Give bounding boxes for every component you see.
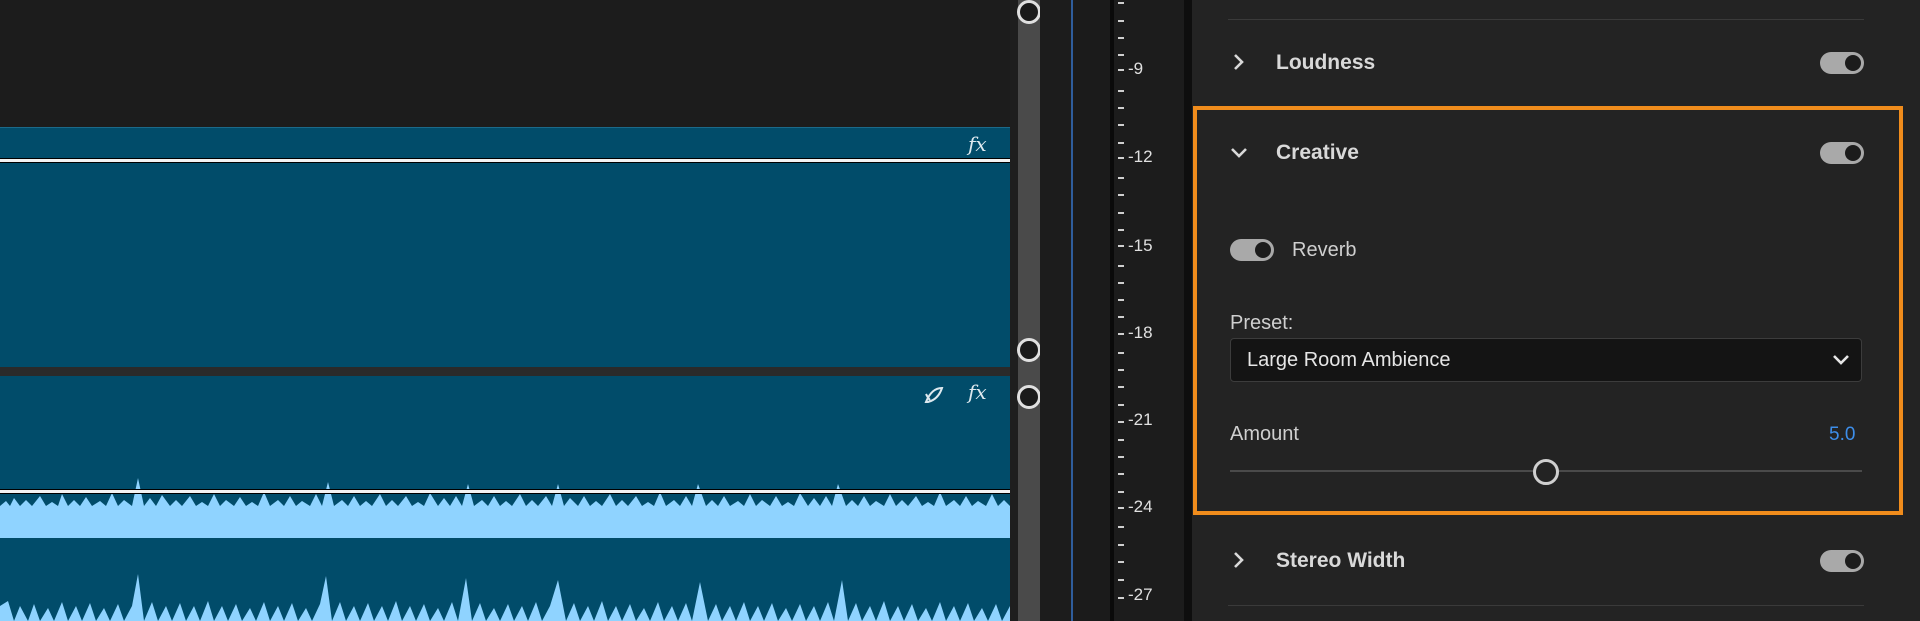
section-title: Stereo Width bbox=[1276, 549, 1406, 572]
fx-badge[interactable]: fx bbox=[968, 132, 987, 156]
scroll-handle-lower[interactable] bbox=[1017, 385, 1041, 409]
vertical-scrollbar[interactable] bbox=[1018, 0, 1040, 621]
section-stereo-width-header[interactable]: Stereo Width bbox=[1228, 542, 1868, 582]
scroll-handle-middle[interactable] bbox=[1017, 338, 1041, 362]
fx-badge[interactable]: fx bbox=[968, 380, 987, 404]
volume-keyframe-line[interactable] bbox=[0, 158, 1010, 163]
section-creative-header[interactable]: Creative bbox=[1228, 134, 1868, 174]
audio-waveform bbox=[0, 478, 1010, 621]
section-title: Creative bbox=[1276, 141, 1359, 164]
meter-tick-label: -12 bbox=[1128, 147, 1153, 166]
stereo-width-enable-toggle[interactable] bbox=[1820, 550, 1864, 572]
chevron-right-icon[interactable] bbox=[1232, 52, 1246, 72]
chevron-right-icon[interactable] bbox=[1232, 550, 1246, 570]
reverb-toggle[interactable] bbox=[1230, 239, 1274, 261]
meter-tick-label: -27 bbox=[1128, 585, 1153, 604]
meter-tick-label: -15 bbox=[1128, 236, 1153, 255]
meter-tick-label: -21 bbox=[1128, 410, 1153, 429]
meter-tick-label: -18 bbox=[1128, 323, 1153, 342]
meter-tick-label: -9 bbox=[1128, 59, 1144, 78]
section-title: Loudness bbox=[1276, 51, 1376, 74]
reverb-label: Reverb bbox=[1292, 239, 1357, 261]
creative-enable-toggle[interactable] bbox=[1820, 142, 1864, 164]
gutter bbox=[1040, 0, 1071, 621]
audio-clip-lower[interactable]: fx bbox=[0, 376, 1010, 621]
amount-label: Amount bbox=[1230, 423, 1299, 445]
section-divider bbox=[1228, 19, 1864, 20]
amount-value[interactable]: 5.0 bbox=[1829, 424, 1855, 446]
section-divider bbox=[1228, 605, 1864, 606]
panel-divider bbox=[1184, 0, 1192, 621]
gutter bbox=[1073, 0, 1110, 621]
section-loudness-header[interactable]: Loudness bbox=[1228, 44, 1868, 84]
preset-selected-value: Large Room Ambience bbox=[1247, 349, 1451, 371]
amount-slider-thumb[interactable] bbox=[1533, 459, 1559, 485]
preset-dropdown[interactable]: Large Room Ambience bbox=[1230, 338, 1862, 382]
audio-clip-upper[interactable]: fx bbox=[0, 127, 1010, 368]
audio-ducking-icon[interactable] bbox=[922, 384, 946, 406]
chevron-down-icon[interactable] bbox=[1831, 353, 1851, 367]
chevron-down-icon[interactable] bbox=[1229, 146, 1249, 160]
loudness-enable-toggle[interactable] bbox=[1820, 52, 1864, 74]
scroll-handle-top[interactable] bbox=[1017, 0, 1041, 24]
track-divider bbox=[0, 367, 1010, 376]
meter-tick-label: -24 bbox=[1128, 497, 1153, 516]
volume-keyframe-line[interactable] bbox=[0, 489, 1010, 494]
audio-meter: -9 -12 -15 -18 -21 -24 -27 bbox=[1114, 0, 1184, 621]
preset-label: Preset: bbox=[1230, 312, 1294, 334]
